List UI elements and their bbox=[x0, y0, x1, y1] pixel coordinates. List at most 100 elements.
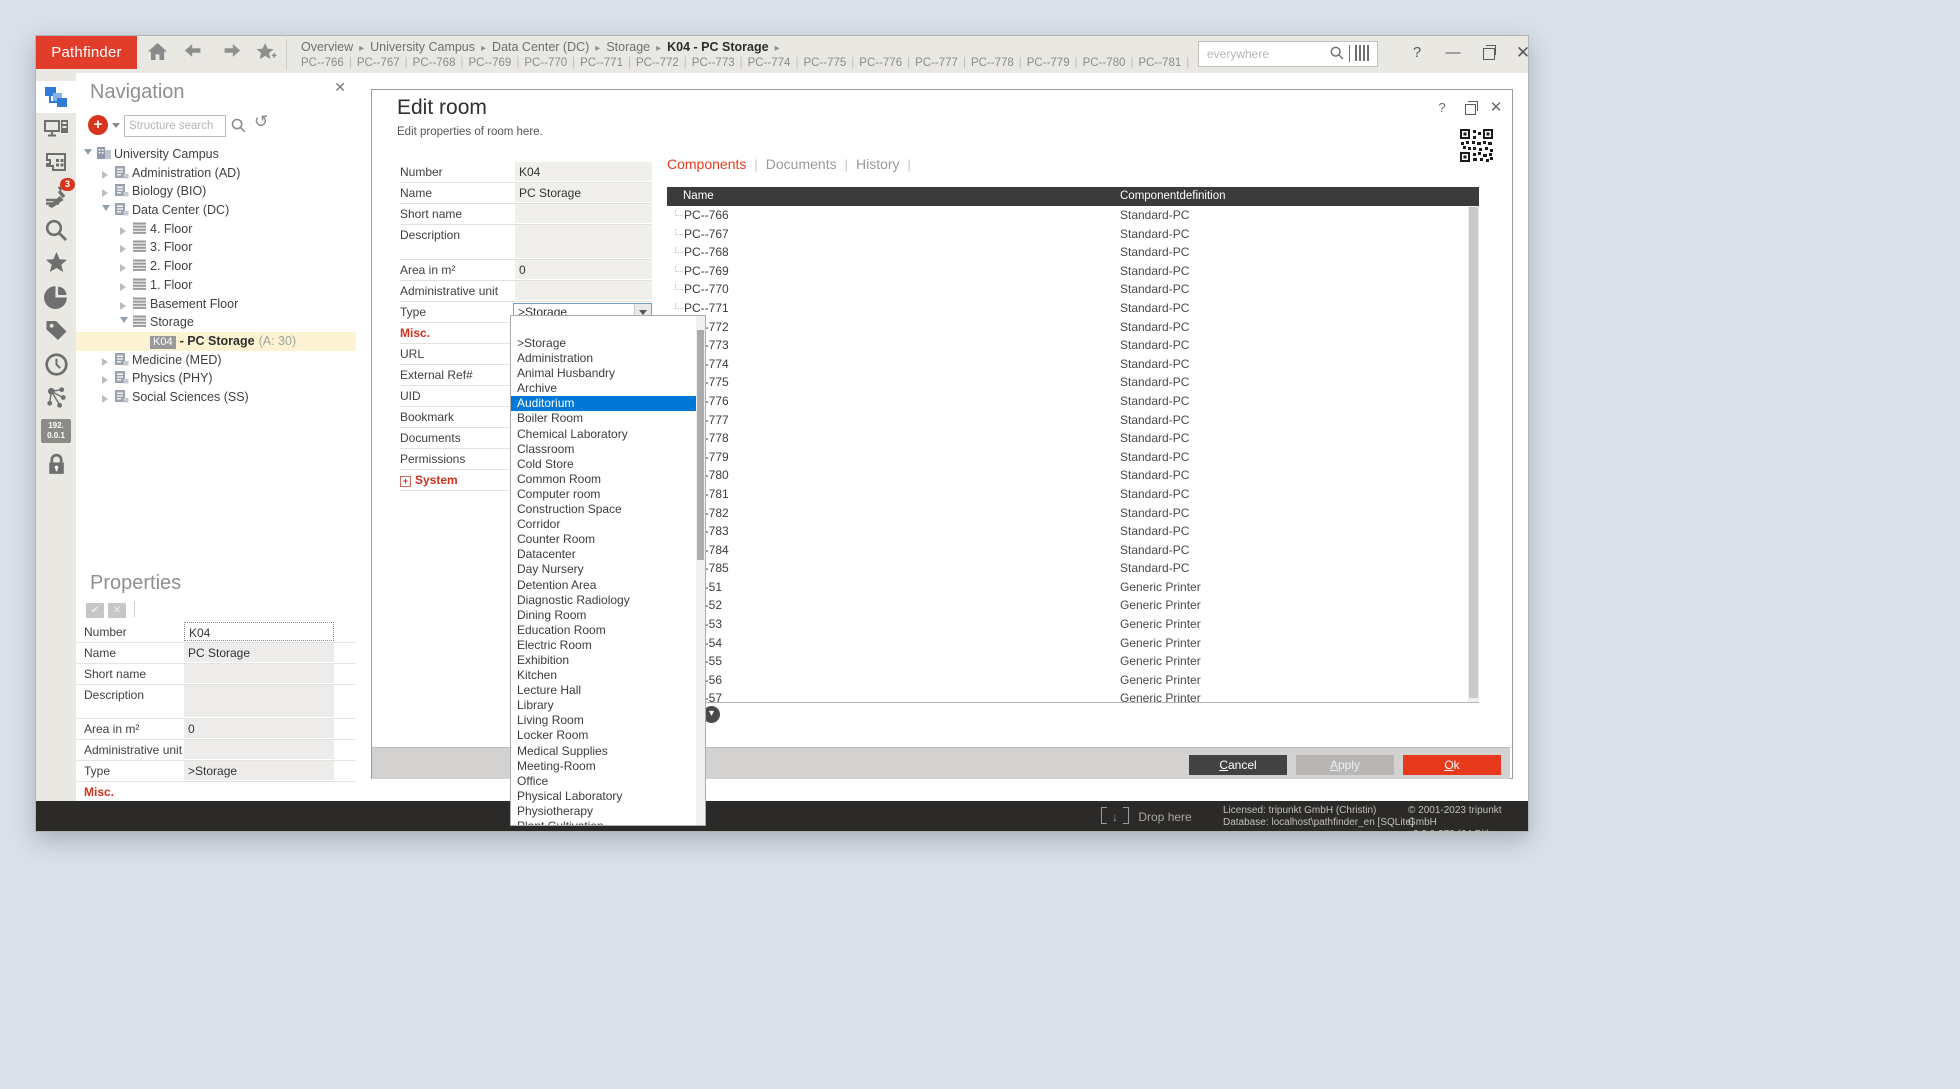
tree-item[interactable]: Biology (BIO) bbox=[76, 182, 356, 201]
dialog-maximize-icon[interactable] bbox=[1458, 98, 1482, 118]
table-row[interactable]: PR--54Generic Printer bbox=[667, 634, 1479, 653]
sidebar-item-room-plan[interactable] bbox=[36, 147, 76, 179]
breadcrumb-item[interactable]: Data Center (DC) bbox=[492, 40, 589, 54]
breadcrumb-item[interactable]: Storage bbox=[606, 40, 650, 54]
dropdown-option[interactable]: Corridor bbox=[511, 517, 697, 532]
dropdown-option[interactable]: Electric Room bbox=[511, 638, 697, 653]
tree-closed-arrow-icon[interactable] bbox=[102, 164, 114, 183]
form-value[interactable]: PC Storage bbox=[515, 183, 652, 202]
add-node-button[interactable]: + bbox=[88, 115, 108, 135]
dropdown-option[interactable]: Classroom bbox=[511, 442, 697, 457]
search-input[interactable] bbox=[1205, 44, 1329, 64]
dropdown-option[interactable]: Day Nursery bbox=[511, 562, 697, 577]
table-row[interactable]: PC--784Standard-PC bbox=[667, 541, 1479, 560]
table-row[interactable]: PC--785Standard-PC bbox=[667, 559, 1479, 578]
tree-closed-arrow-icon[interactable] bbox=[120, 257, 132, 276]
home-icon[interactable] bbox=[144, 42, 170, 66]
property-value[interactable] bbox=[184, 740, 334, 759]
dropdown-option[interactable]: Dining Room bbox=[511, 608, 697, 623]
dropdown-option[interactable]: Library bbox=[511, 698, 697, 713]
sidebar-item-tags[interactable] bbox=[36, 314, 76, 346]
tree-item[interactable]: K04- PC Storage(A: 30) bbox=[76, 332, 356, 351]
table-row[interactable]: PC--776Standard-PC bbox=[667, 392, 1479, 411]
breadcrumb-item[interactable]: Overview bbox=[301, 40, 353, 54]
dropdown-option[interactable]: Physiotherapy bbox=[511, 804, 697, 819]
apply-button[interactable]: Apply bbox=[1296, 755, 1394, 775]
recent-item[interactable]: PC--780 bbox=[1083, 57, 1126, 69]
dropdown-option[interactable]: >Storage bbox=[511, 336, 697, 351]
dropdown-option[interactable]: Administration bbox=[511, 351, 697, 366]
dropdown-option[interactable]: Construction Space bbox=[511, 502, 697, 517]
tree-closed-arrow-icon[interactable] bbox=[120, 295, 132, 314]
table-row[interactable]: PC--774Standard-PC bbox=[667, 355, 1479, 374]
dropdown-option[interactable]: Computer room bbox=[511, 487, 697, 502]
recent-item[interactable]: PC--769 bbox=[468, 57, 511, 69]
table-row[interactable]: PR--56Generic Printer bbox=[667, 671, 1479, 690]
breadcrumb-item[interactable]: K04 - PC Storage bbox=[667, 40, 768, 54]
sidebar-item-charts[interactable] bbox=[36, 280, 76, 312]
table-row[interactable]: PC--766Standard-PC bbox=[667, 206, 1479, 225]
forward-icon[interactable] bbox=[218, 42, 244, 66]
table-row[interactable]: PR--53Generic Printer bbox=[667, 615, 1479, 634]
tree-closed-arrow-icon[interactable] bbox=[120, 238, 132, 257]
structure-search-input[interactable] bbox=[124, 115, 226, 137]
tree-open-arrow-icon[interactable] bbox=[102, 201, 114, 220]
dropdown-option[interactable]: Locker Room bbox=[511, 728, 697, 743]
tree-item[interactable]: Physics (PHY) bbox=[76, 369, 356, 388]
dropdown-option[interactable]: Lecture Hall bbox=[511, 683, 697, 698]
dropdown-option[interactable]: Office bbox=[511, 774, 697, 789]
table-row[interactable]: PC--775Standard-PC bbox=[667, 373, 1479, 392]
dropdown-option[interactable]: Medical Supplies bbox=[511, 744, 697, 759]
tree-closed-arrow-icon[interactable] bbox=[102, 369, 114, 388]
tree-item[interactable]: University Campus bbox=[76, 145, 356, 164]
dropdown-option[interactable]: Cold Store bbox=[511, 457, 697, 472]
dropdown-option[interactable]: Datacenter bbox=[511, 547, 697, 562]
sidebar-item-search[interactable] bbox=[36, 214, 76, 246]
breadcrumb-item[interactable]: University Campus bbox=[370, 40, 475, 54]
dropdown-option[interactable]: Education Room bbox=[511, 623, 697, 638]
form-value[interactable] bbox=[515, 204, 652, 223]
table-row[interactable]: PC--773Standard-PC bbox=[667, 336, 1479, 355]
table-row[interactable]: PC--778Standard-PC bbox=[667, 429, 1479, 448]
table-row[interactable]: PC--780Standard-PC bbox=[667, 466, 1479, 485]
recent-item[interactable]: PC--771 bbox=[580, 57, 623, 69]
tree-closed-arrow-icon[interactable] bbox=[102, 388, 114, 407]
confirm-icon[interactable]: ✔ bbox=[86, 603, 104, 618]
dropdown-option[interactable]: Diagnostic Radiology bbox=[511, 593, 697, 608]
sidebar-item-tools[interactable]: 3 bbox=[36, 181, 76, 213]
table-row[interactable]: PR--52Generic Printer bbox=[667, 596, 1479, 615]
table-row[interactable]: PR--55Generic Printer bbox=[667, 652, 1479, 671]
tree-item[interactable]: 1. Floor bbox=[76, 276, 356, 295]
form-value[interactable]: K04 bbox=[515, 162, 652, 181]
ok-button[interactable]: Ok bbox=[1403, 755, 1501, 775]
recent-item[interactable]: PC--777 bbox=[915, 57, 958, 69]
minimize-button[interactable]: — bbox=[1440, 42, 1466, 64]
dropdown-option[interactable]: Living Room bbox=[511, 713, 697, 728]
table-row[interactable]: PC--783Standard-PC bbox=[667, 522, 1479, 541]
property-value[interactable]: PC Storage bbox=[184, 643, 334, 662]
refresh-icon[interactable]: ↺ bbox=[254, 112, 268, 132]
table-row[interactable]: PC--769Standard-PC bbox=[667, 262, 1479, 281]
table-row[interactable]: PC--777Standard-PC bbox=[667, 411, 1479, 430]
recent-item[interactable]: PC--768 bbox=[413, 57, 456, 69]
structure-search-icon[interactable] bbox=[230, 117, 247, 139]
tree-item[interactable]: Basement Floor bbox=[76, 295, 356, 314]
recent-item[interactable]: PC--772 bbox=[636, 57, 679, 69]
tree-open-arrow-icon[interactable] bbox=[120, 313, 132, 332]
table-row[interactable]: PR--57Generic Printer bbox=[667, 689, 1479, 703]
recent-item[interactable]: PC--774 bbox=[748, 57, 791, 69]
panel-close-icon[interactable]: ✕ bbox=[334, 79, 346, 96]
table-row[interactable]: PC--782Standard-PC bbox=[667, 504, 1479, 523]
tree-item[interactable]: Data Center (DC) bbox=[76, 201, 356, 220]
dropdown-option[interactable]: Chemical Laboratory bbox=[511, 427, 697, 442]
dropdown-option[interactable]: Counter Room bbox=[511, 532, 697, 547]
cancel-button[interactable]: Cancel bbox=[1189, 755, 1287, 775]
table-row[interactable]: PC--767Standard-PC bbox=[667, 225, 1479, 244]
sidebar-item-devices[interactable] bbox=[36, 114, 76, 146]
tree-item[interactable]: Social Sciences (SS) bbox=[76, 388, 356, 407]
dialog-close-icon[interactable]: ✕ bbox=[1484, 98, 1508, 118]
dropdown-option[interactable]: Common Room bbox=[511, 472, 697, 487]
sidebar-item-favorites[interactable] bbox=[36, 247, 76, 279]
sidebar-item-history[interactable] bbox=[36, 348, 76, 380]
close-button[interactable]: ✕ bbox=[1510, 42, 1536, 64]
